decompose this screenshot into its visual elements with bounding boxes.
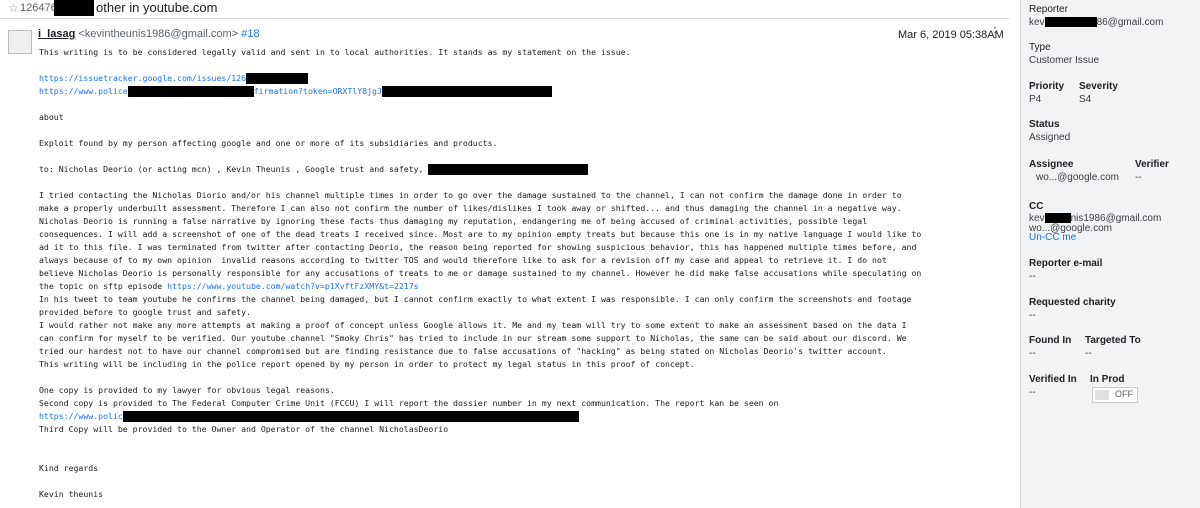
type-label: Type bbox=[1029, 42, 1051, 53]
closing: Kind regards bbox=[39, 463, 99, 473]
comment-number-link[interactable]: #18 bbox=[241, 28, 259, 40]
reporter-value[interactable]: kev 86@gmail.com bbox=[1029, 17, 1163, 28]
exploit-line: Exploit found by my person affecting goo… bbox=[39, 138, 498, 148]
issue-sidebar bbox=[1020, 0, 1200, 508]
priority-value[interactable]: P4 bbox=[1029, 94, 1041, 105]
redaction-bar bbox=[246, 73, 309, 84]
more-vert-icon[interactable]: ⋮ bbox=[988, 25, 1002, 39]
issue-id: 126476 bbox=[20, 2, 57, 14]
priority-label: Priority bbox=[1029, 81, 1065, 92]
verifier-label: Verifier bbox=[1135, 159, 1169, 170]
cc-label: CC bbox=[1029, 201, 1044, 212]
copy-line-2: Second copy is provided to The Federal C… bbox=[39, 398, 779, 408]
status-value[interactable]: Assigned bbox=[1029, 132, 1070, 143]
found-in-value[interactable]: -- bbox=[1029, 348, 1036, 359]
police-link[interactable]: https://www.police bbox=[39, 86, 128, 96]
verifier-value[interactable]: -- bbox=[1135, 172, 1142, 183]
recipients-line: to: Nicholas Deorio (or acting mcn) , Ke… bbox=[39, 163, 999, 176]
police-url-line-2: https://www.polic bbox=[39, 410, 999, 423]
severity-label: Severity bbox=[1079, 81, 1118, 92]
in-prod-toggle[interactable]: OFF bbox=[1092, 387, 1138, 403]
reporter-email-label: Reporter e-mail bbox=[1029, 258, 1103, 269]
assignee-value[interactable]: wo...@google.com bbox=[1036, 172, 1119, 183]
statement-line: This writing is to be considered legally… bbox=[39, 47, 631, 57]
paragraph-2: In his tweet to team youtube he confirms… bbox=[39, 294, 912, 369]
issue-header-bar: ☆ 126476 other in youtube.com bbox=[0, 0, 1010, 19]
about-line: about bbox=[39, 112, 64, 122]
severity-value[interactable]: S4 bbox=[1079, 94, 1091, 105]
police-report-link[interactable]: https://www.polic bbox=[39, 411, 123, 421]
author-name[interactable]: i_lasag bbox=[38, 28, 75, 40]
redaction-bar bbox=[127, 86, 254, 97]
requested-charity-value[interactable]: -- bbox=[1029, 310, 1036, 321]
assignee-label: Assignee bbox=[1029, 159, 1074, 170]
youtube-link[interactable]: https://www.youtube.com/watch?v=p1XvftFz… bbox=[167, 281, 418, 291]
verified-in-label: Verified In bbox=[1029, 374, 1077, 385]
verified-in-value[interactable]: -- bbox=[1029, 387, 1036, 398]
found-in-label: Found In bbox=[1029, 335, 1072, 346]
targeted-to-label: Targeted To bbox=[1085, 335, 1141, 346]
status-label: Status bbox=[1029, 119, 1060, 130]
redaction-bar bbox=[54, 0, 94, 16]
requested-charity-label: Requested charity bbox=[1029, 297, 1116, 308]
copy-line-1: One copy is provided to my lawyer for ob… bbox=[39, 385, 335, 395]
redaction-bar bbox=[122, 411, 579, 422]
comment-author: i_lasag <kevintheunis1986@gmail.com> #18 bbox=[38, 28, 260, 40]
avatar[interactable] bbox=[8, 30, 32, 54]
signature: Kevin theunis bbox=[39, 489, 104, 499]
copy-line-3: Third Copy will be provided to the Owner… bbox=[39, 424, 449, 434]
comment: i_lasag <kevintheunis1986@gmail.com> #18… bbox=[0, 20, 1010, 508]
police-url-line: https://www.police firmation?token=ORXTlY… bbox=[39, 85, 999, 98]
in-prod-label: In Prod bbox=[1090, 374, 1125, 385]
issue-title: other in youtube.com bbox=[96, 0, 218, 15]
toggle-knob bbox=[1095, 390, 1109, 400]
type-value[interactable]: Customer Issue bbox=[1029, 55, 1099, 66]
issue-url-line: https://issuetracker.google.com/issues/1… bbox=[39, 72, 999, 85]
issue-link[interactable]: https://issuetracker.google.com/issues/1… bbox=[39, 73, 246, 83]
reporter-email-value[interactable]: -- bbox=[1029, 271, 1036, 282]
police-link-tail[interactable]: firmation?token=ORXTlY8jgJ bbox=[254, 86, 382, 96]
author-email: <kevintheunis1986@gmail.com> bbox=[78, 28, 239, 40]
redaction-bar bbox=[428, 164, 589, 175]
targeted-to-value[interactable]: -- bbox=[1085, 348, 1092, 359]
redaction-bar bbox=[381, 86, 552, 97]
star-outline-icon[interactable]: ☆ bbox=[8, 1, 19, 15]
paragraph-1: I tried contacting the Nicholas Diorio a… bbox=[39, 190, 922, 291]
comment-body: This writing is to be considered legally… bbox=[39, 46, 999, 501]
reporter-label: Reporter bbox=[1029, 4, 1068, 15]
un-cc-me-link[interactable]: Un-CC me bbox=[1029, 232, 1076, 243]
in-prod-value: OFF bbox=[1115, 389, 1133, 399]
